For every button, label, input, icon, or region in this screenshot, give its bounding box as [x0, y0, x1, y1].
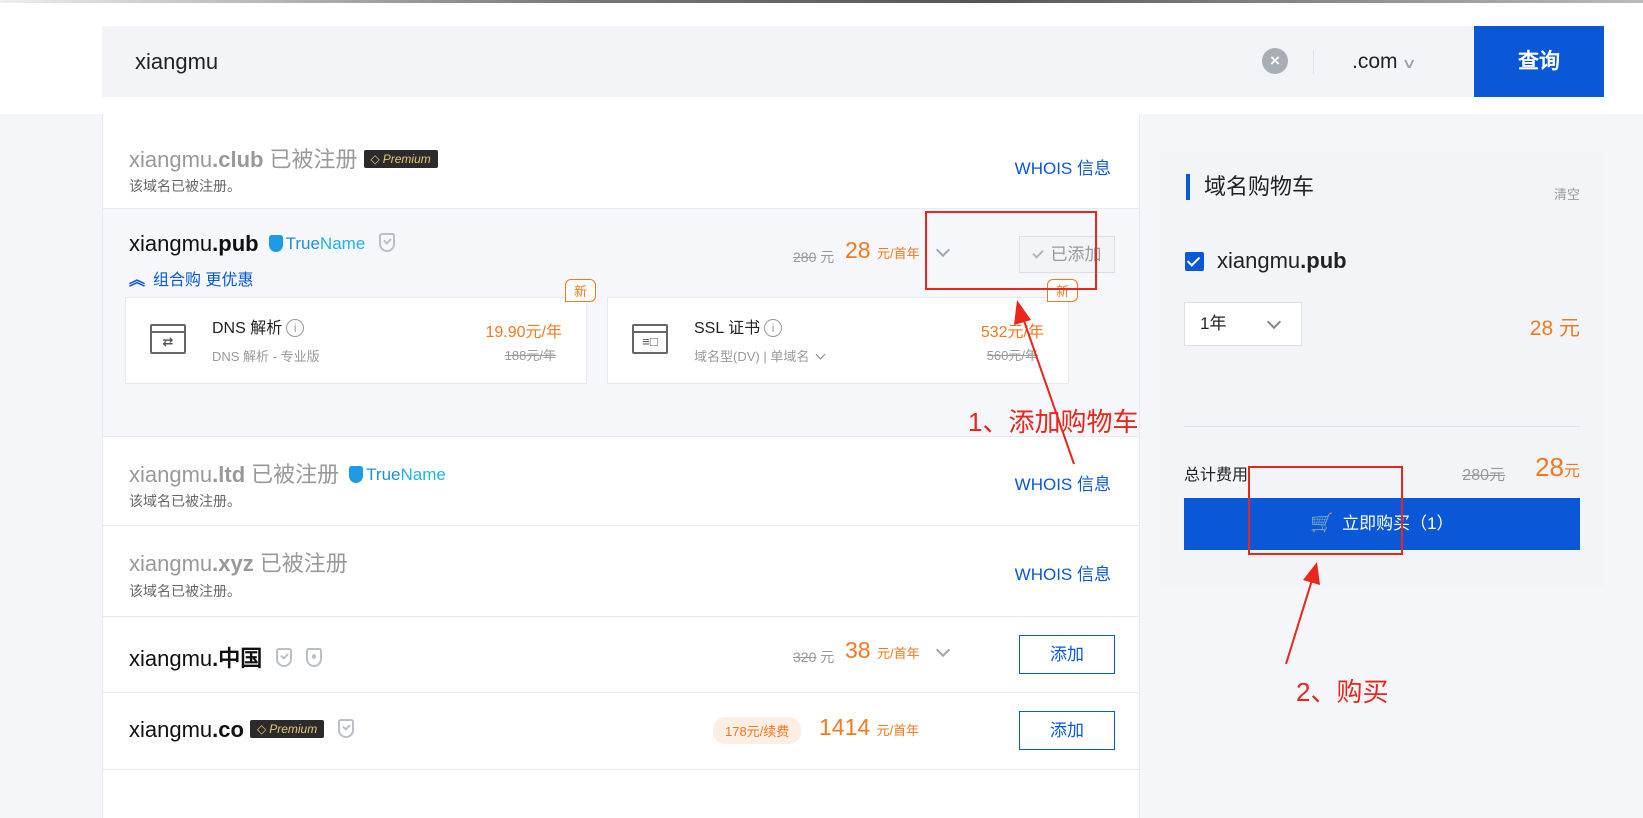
service-price: 19.90元/年	[485, 324, 563, 341]
truename-shield-icon	[268, 235, 283, 252]
suffix-select[interactable]: .com ∨	[1352, 26, 1417, 97]
current-price: 28 元/首年	[845, 237, 920, 263]
chevron-down-icon: ∨	[1400, 55, 1417, 71]
service-card-dns[interactable]: 新 ⇄ DNS 解析 i DNS 解析 - 专业版 19.90元/年 188元/年	[125, 279, 596, 384]
truename-shield-icon	[349, 466, 364, 483]
divider	[1313, 50, 1314, 74]
cart-item-name: xiangmu.pub	[1217, 248, 1347, 273]
search-input[interactable]	[102, 26, 1282, 97]
add-button[interactable]: 添加	[1019, 711, 1115, 750]
query-button[interactable]: 查询	[1474, 26, 1604, 97]
domain-name: xiangmu.club 已被注册 ◇ Premium	[129, 142, 438, 174]
gem-icon: ◇	[370, 152, 380, 166]
domain-sub: 该域名已被注册。	[129, 178, 241, 194]
cart-item-checkbox[interactable]	[1185, 252, 1204, 271]
domain-row: xiangmu.club 已被注册 ◇ Premium 该域名已被注册。 WHOIS …	[103, 120, 1139, 209]
ssl-icon: ≡□	[632, 324, 668, 354]
domain-name: xiangmu.co ◇ Premium	[129, 717, 355, 743]
total-label: 总计费用	[1184, 467, 1249, 484]
chevron-down-icon[interactable]	[935, 642, 951, 658]
domain-name: xiangmu.ltd 已被注册 TrueName	[129, 462, 446, 487]
annotation-step2: 2、购买	[1296, 677, 1389, 707]
add-button[interactable]: 添加	[1019, 635, 1115, 674]
annotation-box-add	[925, 211, 1097, 290]
suffix-label: .com	[1352, 50, 1398, 73]
original-price: 320 元	[793, 649, 835, 665]
annotation-step1: 1、添加购物车	[968, 407, 1139, 437]
period-select[interactable]: 1年	[1184, 302, 1302, 346]
chevron-down-icon	[1266, 314, 1282, 330]
service-original-price: 560元/年	[986, 348, 1038, 363]
arrow-line-2	[1285, 579, 1313, 665]
shield-check-icon	[276, 648, 293, 667]
premium-badge: ◇ Premium	[249, 720, 325, 738]
chevron-down-icon	[815, 349, 826, 360]
cart-item-price: 28 元	[1529, 317, 1580, 340]
shield-check-icon	[379, 233, 396, 252]
domain-name: xiangmu.xyz 已被注册	[129, 551, 348, 576]
domain-sub: 该域名已被注册。	[129, 583, 241, 599]
whois-link[interactable]: WHOIS 信息	[1015, 470, 1111, 495]
domain-row: xiangmu.中国 320 元 38 元/首年 添加	[103, 617, 1139, 693]
current-price: 38 元/首年	[845, 637, 920, 663]
domain-sub: 该域名已被注册。	[129, 493, 241, 509]
truename-badge: TrueName	[349, 465, 446, 485]
domain-row: xiangmu.ltd 已被注册 TrueName 该域名已被注册。 WHOIS 信…	[103, 437, 1139, 526]
service-title: SSL 证书 i	[694, 314, 783, 338]
new-tag: 新	[564, 279, 596, 302]
info-icon[interactable]: i	[286, 319, 305, 337]
premium-badge: ◇ Premium	[363, 150, 438, 168]
domain-row: xiangmu.xyz 已被注册 该域名已被注册。 WHOIS 信息	[103, 526, 1139, 617]
search-bar: × .com∨ 查询	[102, 26, 1604, 97]
service-sub: DNS 解析 - 专业版	[212, 349, 320, 364]
original-price: 280 元	[793, 249, 835, 265]
service-card-ssl[interactable]: 新 ≡□ SSL 证书 i 域名型(DV) | 单域名 532元/年 560元/年	[607, 279, 1078, 384]
combo-buy-link[interactable]: ︽ 组合购 更优惠	[129, 266, 253, 290]
current-price: 1414 元/首年	[819, 714, 920, 740]
annotation-box-buy	[1248, 466, 1403, 555]
whois-link[interactable]: WHOIS 信息	[1015, 154, 1111, 179]
shield-dot-icon	[306, 648, 323, 667]
clear-cart-link[interactable]: 清空	[1554, 184, 1580, 203]
dns-icon: ⇄	[150, 324, 186, 354]
total-original-price: 280元	[1462, 467, 1505, 484]
double-chevron-up-icon: ︽	[129, 272, 146, 289]
total-price: 28元	[1535, 452, 1580, 482]
domain-name: xiangmu.中国	[129, 641, 323, 673]
service-title: DNS 解析 i	[212, 314, 305, 338]
whois-link[interactable]: WHOIS 信息	[1015, 560, 1111, 585]
domain-row: xiangmu.co ◇ Premium 178元/续费 1414 元/首年 添加	[103, 693, 1139, 770]
service-sub[interactable]: 域名型(DV) | 单域名	[694, 346, 826, 365]
shield-check-icon	[338, 719, 355, 738]
truename-badge: TrueName	[268, 234, 365, 254]
clear-icon[interactable]: ×	[1262, 48, 1288, 74]
info-icon[interactable]: i	[764, 319, 783, 337]
service-price: 532元/年	[980, 324, 1044, 341]
gem-icon: ◇	[256, 722, 267, 736]
service-original-price: 188元/年	[504, 348, 556, 363]
domain-name: xiangmu.pub TrueName	[129, 231, 396, 257]
divider	[1184, 426, 1580, 427]
renew-price-pill: 178元/续费	[713, 717, 802, 744]
cart-title: 域名购物车	[1186, 174, 1314, 200]
